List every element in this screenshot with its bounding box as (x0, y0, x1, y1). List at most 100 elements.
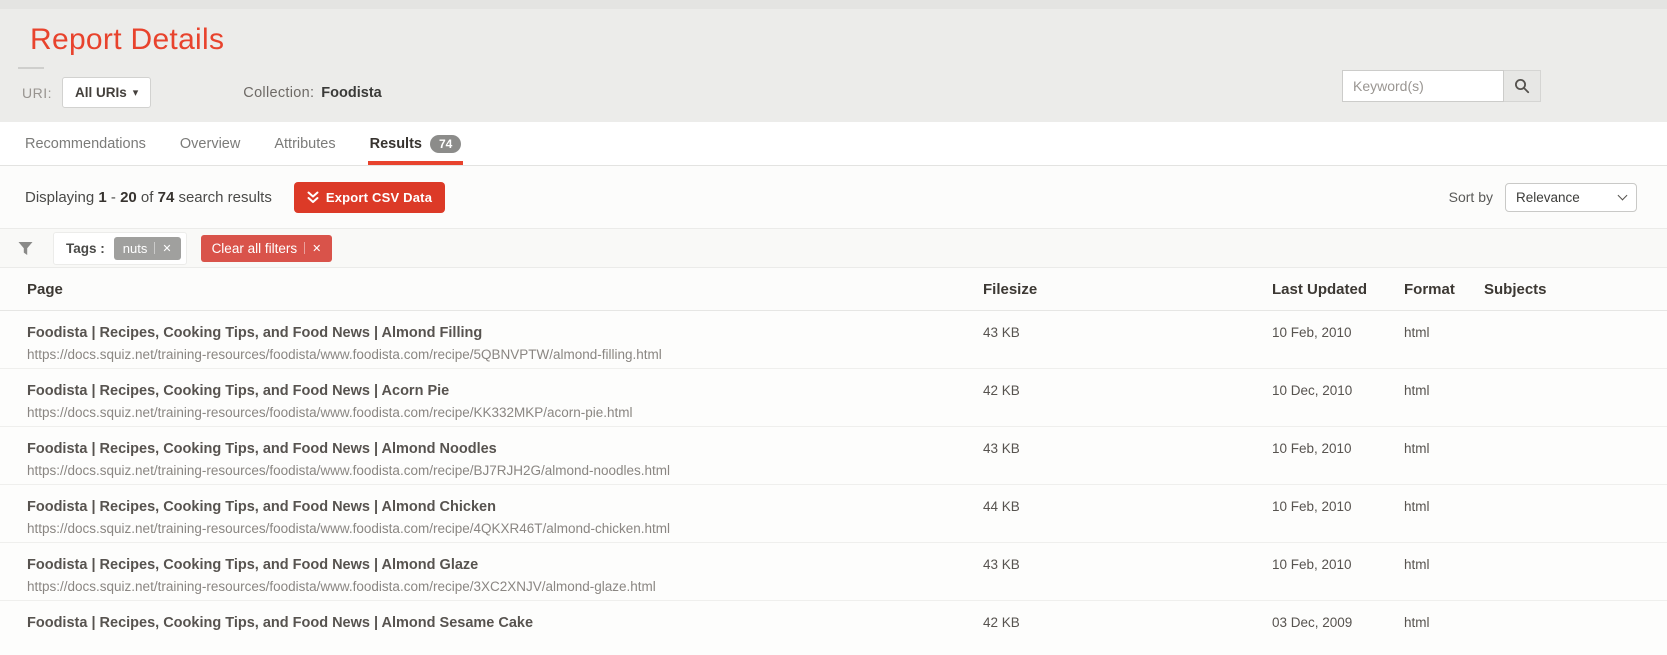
tab-label: Results (369, 135, 422, 152)
result-filesize: 43 KB (983, 557, 1020, 572)
result-updated: 10 Feb, 2010 (1272, 441, 1352, 456)
results-table-header: Page Filesize Last Updated Format Subjec… (0, 268, 1667, 311)
tab-results[interactable]: Results 74 (367, 122, 464, 165)
active-filters-bar: Tags : nuts ✕ Clear all filters ✕ (0, 229, 1667, 268)
tab-label: Recommendations (25, 135, 146, 152)
result-updated: 10 Dec, 2010 (1272, 383, 1353, 398)
column-header-subjects: Subjects (1484, 280, 1547, 298)
result-filesize: 42 KB (983, 615, 1020, 630)
pill-divider (304, 242, 306, 254)
result-format: html (1404, 499, 1430, 514)
range-separator: - (110, 188, 116, 206)
remove-tag-icon[interactable]: ✕ (162, 242, 171, 255)
result-page-cell: Foodista | Recipes, Cooking Tips, and Fo… (27, 498, 983, 536)
tab-recommendations[interactable]: Recommendations (25, 122, 146, 165)
result-row: Foodista | Recipes, Cooking Tips, and Fo… (0, 601, 1667, 655)
result-url[interactable]: https://docs.squiz.net/training-resource… (27, 405, 983, 420)
tags-filter-group: Tags : nuts ✕ (53, 231, 187, 265)
of-word: of (140, 188, 154, 206)
collection-label: Collection: (243, 84, 315, 101)
results-total: 74 (157, 188, 175, 206)
result-page-cell: Foodista | Recipes, Cooking Tips, and Fo… (27, 614, 983, 637)
sort-controls: Sort by Relevance (1448, 182, 1637, 212)
result-updated: 10 Feb, 2010 (1272, 557, 1352, 572)
tags-filter-label: Tags : (66, 240, 105, 256)
uri-label: URI: (22, 84, 52, 101)
displaying-text: Displaying 1 - 20 of 74 search results (25, 189, 272, 206)
result-updated: 10 Feb, 2010 (1272, 499, 1352, 514)
tab-label: Overview (179, 135, 241, 152)
result-format: html (1404, 383, 1430, 398)
result-updated: 03 Dec, 2009 (1272, 615, 1353, 630)
search-icon (1515, 79, 1530, 94)
result-page-cell: Foodista | Recipes, Cooking Tips, and Fo… (27, 556, 983, 594)
result-page-cell: Foodista | Recipes, Cooking Tips, and Fo… (27, 382, 983, 420)
chevron-down-icon (1617, 190, 1628, 200)
result-title[interactable]: Foodista | Recipes, Cooking Tips, and Fo… (27, 498, 983, 516)
result-subjects (1484, 498, 1667, 499)
keyword-search (1342, 70, 1541, 102)
collection-value: Foodista (321, 84, 382, 101)
export-csv-label: Export CSV Data (325, 189, 433, 205)
result-filesize: 43 KB (983, 441, 1020, 456)
results-suffix: search results (178, 188, 272, 206)
result-url[interactable]: https://docs.squiz.net/training-resource… (27, 579, 983, 594)
keyword-search-input[interactable] (1342, 70, 1504, 102)
result-subjects (1484, 614, 1667, 615)
page-header: Report Details URI: All URIs ▾ Collectio… (0, 0, 1667, 122)
range-end: 20 (120, 188, 137, 206)
result-row: Foodista | Recipes, Cooking Tips, and Fo… (0, 543, 1667, 601)
tab-count-badge: 74 (429, 134, 462, 153)
displaying-word: Displaying (25, 188, 95, 206)
result-url[interactable]: https://docs.squiz.net/training-resource… (27, 347, 983, 362)
result-title[interactable]: Foodista | Recipes, Cooking Tips, and Fo… (27, 382, 983, 400)
result-row: Foodista | Recipes, Cooking Tips, and Fo… (0, 369, 1667, 427)
result-filesize: 44 KB (983, 499, 1020, 514)
clear-all-filters-button[interactable]: Clear all filters ✕ (200, 234, 333, 262)
result-format: html (1404, 557, 1430, 572)
results-table-body: Foodista | Recipes, Cooking Tips, and Fo… (0, 311, 1667, 655)
sort-select-value: Relevance (1516, 189, 1580, 205)
tab-label: Attributes (274, 135, 336, 152)
result-format: html (1404, 325, 1430, 340)
tab-bar: Recommendations Overview Attributes Resu… (0, 122, 1667, 166)
uri-filter-dropdown[interactable]: All URIs ▾ (62, 77, 152, 108)
result-title[interactable]: Foodista | Recipes, Cooking Tips, and Fo… (27, 324, 983, 342)
uri-filter-dropdown-label: All URIs (75, 85, 127, 100)
result-url[interactable]: https://docs.squiz.net/training-resource… (27, 463, 983, 478)
top-strip (0, 0, 1667, 9)
result-title[interactable]: Foodista | Recipes, Cooking Tips, and Fo… (27, 614, 983, 632)
result-format: html (1404, 441, 1430, 456)
column-header-filesize: Filesize (983, 280, 1038, 298)
result-url[interactable]: https://docs.squiz.net/training-resource… (27, 521, 983, 536)
result-filesize: 43 KB (983, 325, 1020, 340)
tab-overview[interactable]: Overview (180, 122, 240, 165)
range-start: 1 (98, 188, 107, 206)
result-filesize: 42 KB (983, 383, 1020, 398)
search-button[interactable] (1504, 70, 1541, 102)
double-chevron-down-icon (307, 191, 319, 203)
tag-filter-pill[interactable]: nuts ✕ (113, 236, 181, 260)
sort-select[interactable]: Relevance (1505, 182, 1637, 212)
result-subjects (1484, 382, 1667, 383)
result-subjects (1484, 324, 1667, 325)
filter-funnel-icon (18, 241, 33, 255)
result-subjects (1484, 556, 1667, 557)
tab-attributes[interactable]: Attributes (274, 122, 335, 165)
column-header-page: Page (27, 280, 63, 298)
title-divider (18, 67, 44, 69)
result-updated: 10 Feb, 2010 (1272, 325, 1352, 340)
result-title[interactable]: Foodista | Recipes, Cooking Tips, and Fo… (27, 556, 983, 574)
column-header-format: Format (1404, 280, 1455, 298)
column-header-last-updated: Last Updated (1272, 280, 1368, 298)
result-title[interactable]: Foodista | Recipes, Cooking Tips, and Fo… (27, 440, 983, 458)
clear-all-filters-close-icon[interactable]: ✕ (312, 242, 321, 255)
result-page-cell: Foodista | Recipes, Cooking Tips, and Fo… (27, 440, 983, 478)
tag-filter-value: nuts (122, 240, 148, 256)
result-row: Foodista | Recipes, Cooking Tips, and Fo… (0, 427, 1667, 485)
caret-down-icon: ▾ (132, 87, 139, 99)
sort-by-label: Sort by (1448, 189, 1493, 205)
result-row: Foodista | Recipes, Cooking Tips, and Fo… (0, 485, 1667, 543)
pill-divider (154, 242, 156, 254)
export-csv-button[interactable]: Export CSV Data (293, 181, 446, 213)
